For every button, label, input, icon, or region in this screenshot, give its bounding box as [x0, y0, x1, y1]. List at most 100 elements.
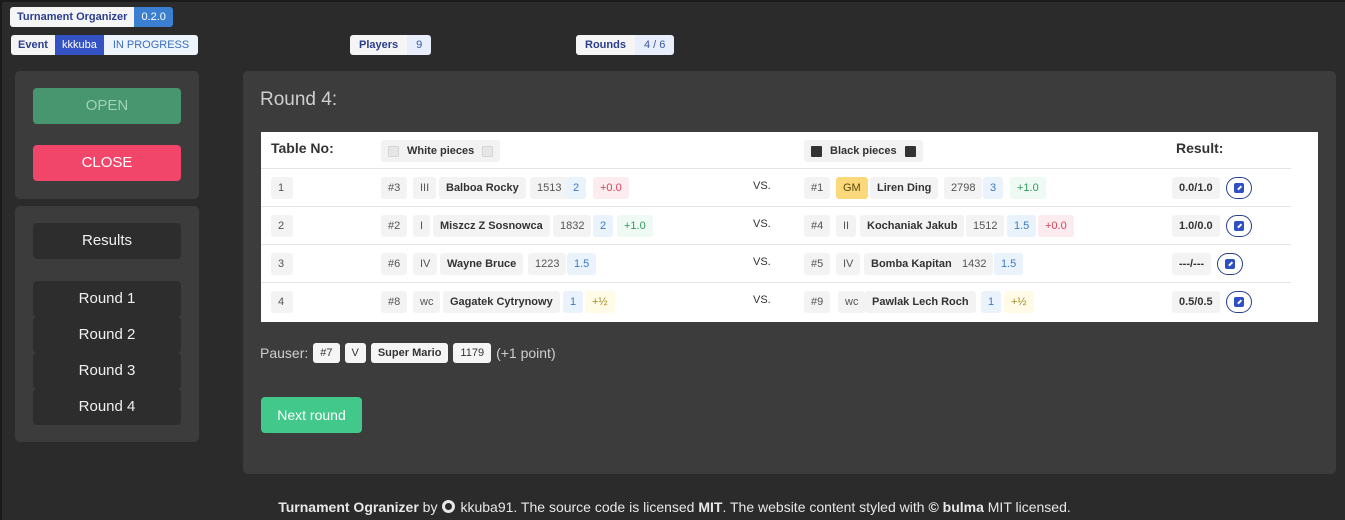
event-label: Event — [11, 35, 55, 55]
white-points: 2 — [593, 215, 614, 237]
black-title: GM — [836, 177, 868, 199]
black-title: IV — [836, 253, 861, 275]
sidebar-item-round-4[interactable]: Round 4 — [33, 389, 181, 425]
footer-text-1: . The source code is licensed — [513, 499, 699, 515]
footer-author-link[interactable]: kkuba91 — [460, 499, 513, 515]
footer-license-link[interactable]: MIT — [698, 499, 722, 515]
white-rating: 1832 — [553, 215, 592, 237]
white-player-name: Miszcz Z Sosnowca — [433, 215, 550, 237]
black-square-icon — [811, 145, 822, 157]
black-delta: +0.0 — [1038, 215, 1074, 237]
edit-icon — [1234, 183, 1244, 193]
edit-icon — [1234, 297, 1244, 307]
page-title: Round 4: — [260, 89, 338, 110]
edit-result-button[interactable] — [1217, 253, 1243, 275]
vs-label: VS. — [753, 256, 771, 268]
header-table-no: Table No: — [271, 140, 334, 156]
black-seed: #9 — [804, 291, 831, 313]
footer: Turnament Ogranizer by kkuba91. The sourc… — [2, 499, 1345, 515]
app-name: Turnament Organizer — [10, 7, 135, 27]
pauser-seed: #7 — [313, 343, 340, 363]
event-name: kkkuba — [54, 35, 104, 55]
table-number: 1 — [271, 177, 293, 199]
result-value: ---/--- — [1172, 253, 1212, 275]
table-number: 3 — [271, 253, 293, 275]
rounds-info: Rounds 4 / 6 — [576, 35, 675, 55]
white-points: 1.5 — [567, 253, 597, 275]
footer-bulma-link[interactable]: © bulma — [928, 499, 983, 515]
black-points: 1.5 — [1007, 215, 1037, 237]
table-row: 1 #3 III Balboa Rocky 1513 2 +0.0 VS. #1… — [261, 168, 1291, 206]
black-player-name: Bomba Kapitan — [864, 253, 959, 275]
white-seed: #6 — [381, 253, 408, 275]
event-status: IN PROGRESS — [103, 35, 199, 55]
main-panel: Round 4: Table No: White pieces Black pi… — [243, 71, 1336, 474]
footer-app-name: Turnament Ogranizer — [278, 499, 419, 515]
vs-label: VS. — [753, 294, 771, 306]
pauser-note: (+1 point) — [496, 345, 556, 361]
result-value: 0.0/1.0 — [1172, 177, 1220, 199]
footer-text-2: . The website content styled with — [722, 499, 929, 515]
sidebar-item-round-1[interactable]: Round 1 — [33, 281, 181, 317]
edit-result-button[interactable] — [1226, 177, 1252, 199]
black-points: 1.5 — [994, 253, 1024, 275]
white-seed: #3 — [381, 177, 408, 199]
white-player-name: Balboa Rocky — [439, 177, 526, 199]
white-delta: +½ — [585, 291, 615, 313]
sidebar-item-round-2[interactable]: Round 2 — [33, 317, 181, 353]
black-player-name: Kochaniak Jakub — [860, 215, 965, 237]
table-number: 2 — [271, 215, 293, 237]
players-count: 9 — [407, 35, 432, 55]
black-seed: #1 — [804, 177, 831, 199]
event-info: Event kkkuba IN PROGRESS — [11, 35, 199, 55]
edit-result-button[interactable] — [1226, 291, 1252, 313]
black-rating: 1432 — [955, 253, 994, 275]
black-square-icon — [904, 145, 916, 157]
header-white-label: White pieces — [407, 145, 475, 157]
rounds-value: 4 / 6 — [634, 35, 675, 55]
white-player-name: Wayne Bruce — [440, 253, 524, 275]
black-title: II — [836, 215, 857, 237]
white-delta: +1.0 — [617, 215, 653, 237]
white-points: 1 — [563, 291, 584, 313]
players-info: Players 9 — [350, 35, 432, 55]
header-black-label: Black pieces — [830, 145, 897, 157]
vs-label: VS. — [753, 180, 771, 192]
header-result: Result: — [1176, 140, 1224, 156]
black-rating: 1512 — [966, 215, 1005, 237]
vs-label: VS. — [753, 218, 771, 230]
table-row: 4 #8 wc Gagatek Cytrynowy 1 +½ VS. #9 wc… — [261, 282, 1291, 320]
sidebar-item-results[interactable]: Results — [33, 223, 181, 259]
footer-text-3: MIT licensed. — [983, 499, 1071, 515]
edit-result-button[interactable] — [1226, 215, 1252, 237]
table-row: 3 #6 IV Wayne Bruce 1223 1.5 VS. #5 IV B… — [261, 244, 1291, 282]
pauser-label: Pauser: — [260, 345, 309, 361]
github-icon — [442, 500, 456, 513]
black-points: 1 — [981, 291, 1002, 313]
close-button[interactable]: CLOSE — [33, 145, 181, 181]
header-white: White pieces — [381, 140, 501, 162]
pauser-info: Pauser: #7 V Super Mario 1179 (+1 point) — [260, 342, 556, 364]
next-round-button[interactable]: Next round — [261, 397, 362, 433]
black-title: wc — [838, 291, 866, 313]
black-seed: #5 — [804, 253, 831, 275]
white-title: wc — [413, 291, 441, 313]
black-delta: +½ — [1004, 291, 1034, 313]
app-brand: Turnament Organizer 0.2.0 — [10, 7, 173, 27]
black-points: 3 — [983, 177, 1004, 199]
black-player-name: Pawlak Lech Roch — [865, 291, 976, 313]
white-seed: #8 — [381, 291, 408, 313]
pauser-title: V — [344, 343, 366, 363]
pauser-rating: 1179 — [453, 343, 492, 363]
sidebar-item-round-3[interactable]: Round 3 — [33, 353, 181, 389]
white-delta: +0.0 — [593, 177, 629, 199]
edit-icon — [1225, 259, 1235, 269]
white-square-icon — [482, 145, 494, 157]
header-black: Black pieces — [804, 140, 923, 162]
open-button[interactable]: OPEN — [33, 88, 181, 124]
white-player-name: Gagatek Cytrynowy — [443, 291, 560, 313]
white-square-icon — [388, 145, 399, 157]
sidebar-nav: Results Round 1 Round 2 Round 3 Round 4 — [15, 206, 199, 442]
result-value: 0.5/0.5 — [1172, 291, 1220, 313]
result-value: 1.0/0.0 — [1172, 215, 1220, 237]
